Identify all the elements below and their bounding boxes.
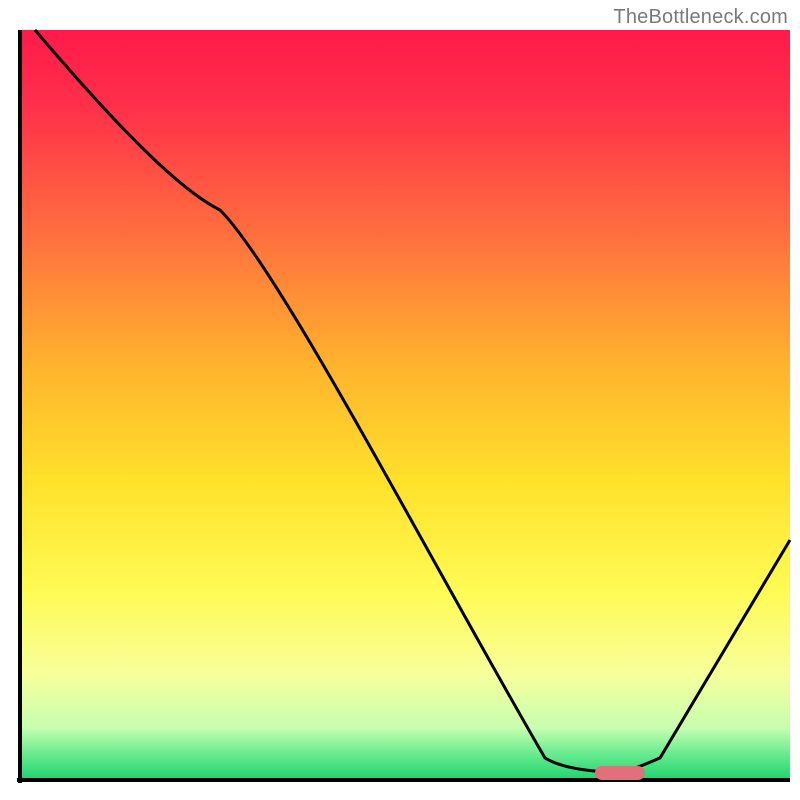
- chart-container: TheBottleneck.com: [0, 0, 800, 800]
- bottleneck-chart: [0, 0, 800, 800]
- optimal-marker: [595, 766, 645, 780]
- watermark-text: TheBottleneck.com: [613, 6, 788, 29]
